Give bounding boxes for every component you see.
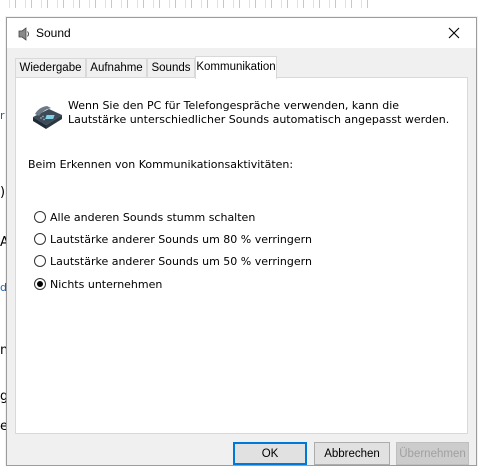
- close-button[interactable]: [432, 18, 476, 48]
- option-reduce-80[interactable]: Lautstärke anderer Sounds um 80 % verrin…: [34, 231, 312, 247]
- background-fragment: ): [0, 185, 6, 200]
- window-title: Sound: [36, 26, 71, 40]
- background-fragment: r: [0, 109, 5, 122]
- speaker-icon: [16, 26, 32, 42]
- cancel-button[interactable]: Abbrechen: [314, 442, 390, 465]
- option-label: Lautstärke anderer Sounds um 50 % verrin…: [50, 254, 312, 268]
- tab-sounds[interactable]: Sounds: [147, 58, 195, 77]
- background-app-edge: [0, 0, 370, 8]
- title-bar[interactable]: Sound: [7, 18, 476, 48]
- radio-button[interactable]: [34, 255, 46, 267]
- sound-dialog: Sound Wiedergabe Aufnahme Sounds Kommuni…: [6, 17, 477, 466]
- option-mute-all[interactable]: Alle anderen Sounds stumm schalten: [34, 209, 255, 225]
- option-label: Nichts unternehmen: [50, 277, 163, 291]
- tab-wiedergabe[interactable]: Wiedergabe: [15, 58, 86, 77]
- radio-button[interactable]: [34, 233, 46, 245]
- tab-kommunikation[interactable]: Kommunikation: [195, 56, 277, 79]
- radio-button-selected[interactable]: [34, 278, 46, 290]
- tab-aufnahme[interactable]: Aufnahme: [86, 58, 147, 77]
- option-label: Alle anderen Sounds stumm schalten: [50, 210, 256, 224]
- kommunikation-panel: Wenn Sie den PC für Telefongespräche ver…: [15, 77, 468, 434]
- option-do-nothing[interactable]: Nichts unternehmen: [34, 276, 162, 292]
- option-label: Lautstärke anderer Sounds um 80 % verrin…: [50, 232, 312, 246]
- description-text: Wenn Sie den PC für Telefongespräche ver…: [68, 99, 450, 126]
- radio-button[interactable]: [34, 211, 46, 223]
- apply-button[interactable]: Übernehmen: [396, 442, 469, 465]
- section-label: Beim Erkennen von Kommunikationsaktivitä…: [28, 158, 294, 171]
- option-reduce-50[interactable]: Lautstärke anderer Sounds um 50 % verrin…: [34, 253, 312, 269]
- close-icon: [448, 27, 460, 39]
- ok-button[interactable]: OK: [233, 442, 307, 465]
- telephone-icon: [29, 103, 65, 131]
